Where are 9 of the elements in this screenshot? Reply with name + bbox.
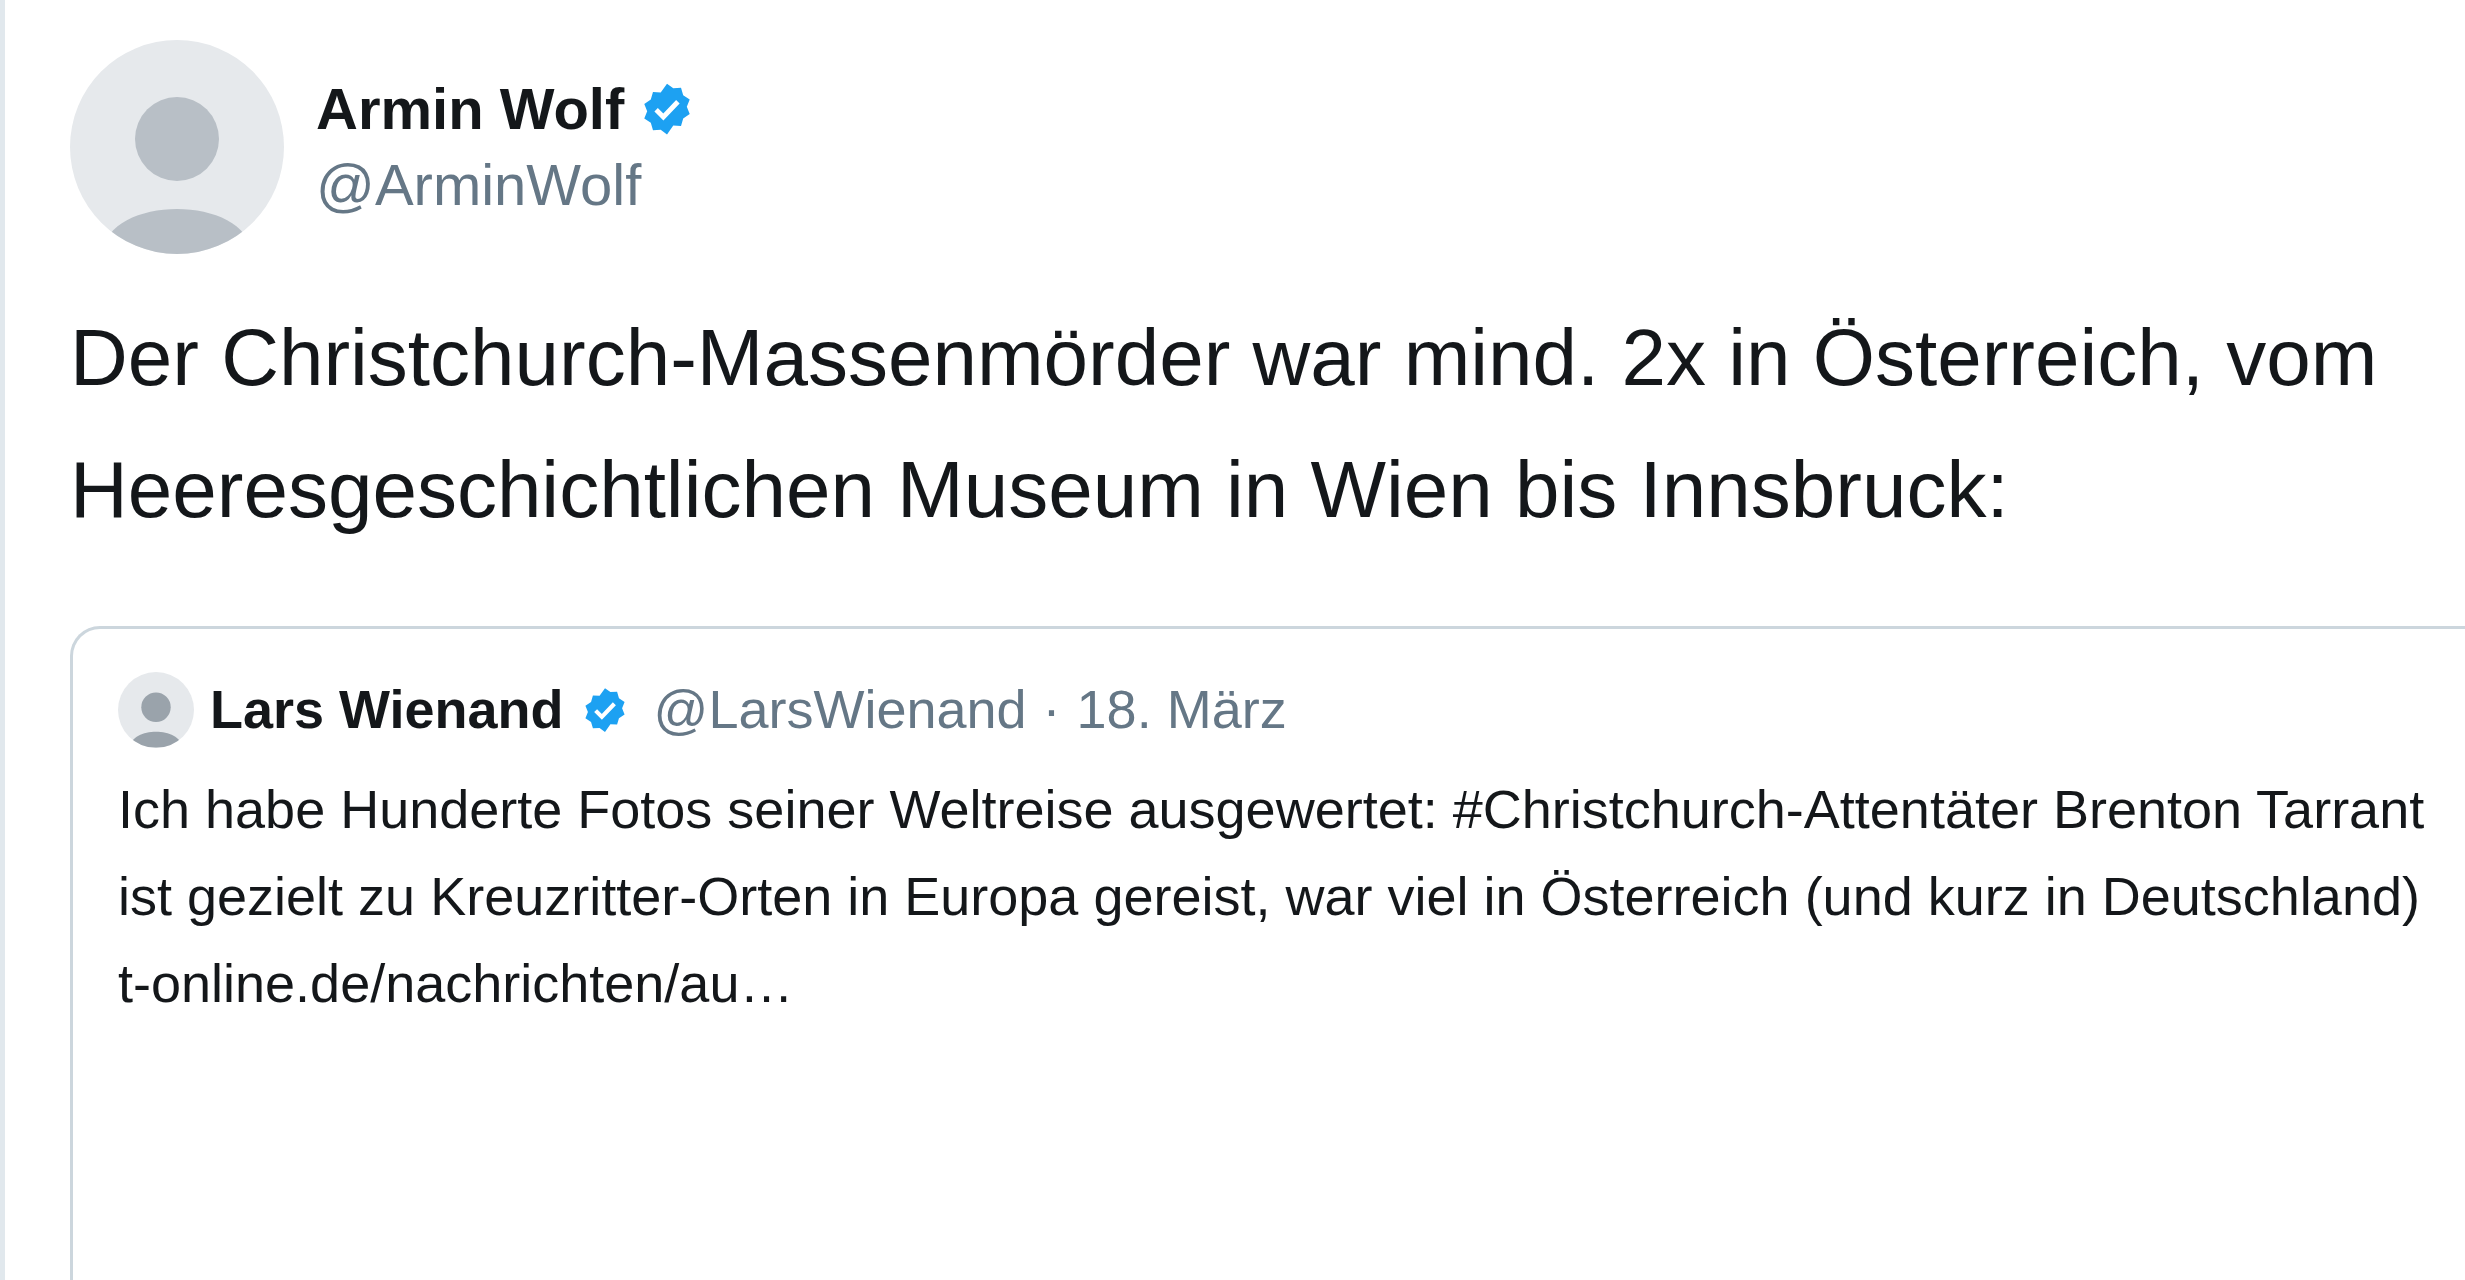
tweet-text: Der Christchurch-Massenmörder war mind. 2x in Österreich, vom Heeresgeschichtlichen Museum in Wien bis Innsbruck: [70,312,2379,536]
quoted-author-handle: @LarsWienand [653,678,1027,741]
author-handle[interactable]: @ArminWolf [316,149,697,222]
separator-dot: · [1042,678,1061,741]
author-name[interactable]: Armin Wolf [316,72,625,145]
quoted-author-name: Lars Wienand [210,678,564,741]
quoted-tweet-card[interactable] [70,626,2465,1280]
quoted-tweet-text: Ich habe Hunderte Fotos seiner Weltreise ausgewertet: #Christchurch-Attentäter Brenton Tarrant ist gezielt zu Kreuzritter-Orten in Europa gereist, war viel in Österreich (und kurz in Deutschland) t-online.de/nachrichten/au… [118,778,2426,1015]
quoted-date: 18. März [1076,678,1287,741]
